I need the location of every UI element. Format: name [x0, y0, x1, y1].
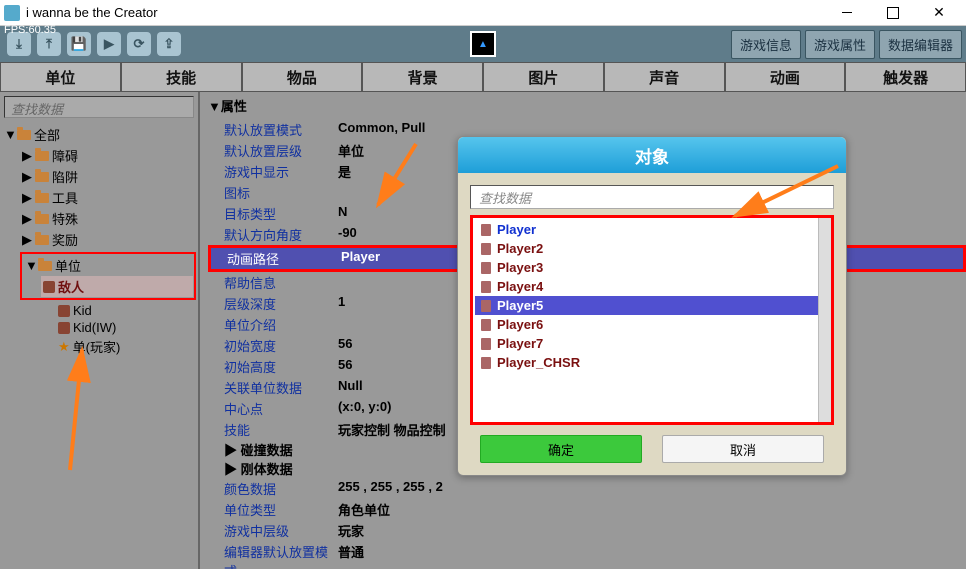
dialog-search-input[interactable]: 查找数据	[470, 185, 834, 209]
tab-skill[interactable]: 技能	[121, 62, 242, 92]
data-editor-button[interactable]: 数据编辑器	[879, 30, 962, 59]
item-icon	[481, 319, 491, 331]
dialog-list: Player Player2 Player3 Player4 Player5 P…	[470, 215, 834, 425]
dialog-title: 对象	[458, 137, 846, 173]
tree-root[interactable]: ▼全部	[2, 124, 196, 145]
item-icon	[481, 300, 491, 312]
list-item[interactable]: Player2	[475, 239, 829, 258]
item-icon	[481, 357, 491, 369]
titlebar: i wanna be the Creator	[0, 0, 966, 26]
tool-play-icon[interactable]: ▶	[97, 32, 121, 56]
item-icon	[58, 322, 70, 334]
list-item[interactable]: Player6	[475, 315, 829, 334]
prop-row[interactable]: 游戏中层级玩家	[208, 520, 966, 541]
tab-item[interactable]: 物品	[242, 62, 363, 92]
tab-sound[interactable]: 声音	[604, 62, 725, 92]
tree: ▼全部 ▶障碍 ▶陷阱 ▶工具 ▶特殊 ▶奖励 ▼单位 敌人 Kid Kid(I…	[0, 122, 198, 359]
item-icon	[58, 305, 70, 317]
tab-image[interactable]: 图片	[483, 62, 604, 92]
tree-folder[interactable]: ▶特殊	[20, 208, 196, 229]
list-item[interactable]: Player7	[475, 334, 829, 353]
tree-folder-unit[interactable]: ▼单位	[23, 255, 193, 276]
minimize-button[interactable]	[824, 0, 870, 26]
tab-anim[interactable]: 动画	[725, 62, 846, 92]
item-icon	[481, 224, 491, 236]
maximize-button[interactable]	[870, 0, 916, 26]
tree-highlight: ▼单位 敌人	[20, 252, 196, 300]
toolbar: FPS:60.35 ⤓ ⤒ 💾 ▶ ⟳ ⇪ 游戏信息 游戏属性 数据编辑器	[0, 26, 966, 62]
list-item[interactable]: Player	[475, 220, 829, 239]
tab-trigger[interactable]: 触发器	[845, 62, 966, 92]
item-icon	[481, 243, 491, 255]
list-item[interactable]: Player_CHSR	[475, 353, 829, 372]
tree-folder[interactable]: ▶障碍	[20, 145, 196, 166]
tree-item-enemy[interactable]: 敌人	[41, 276, 193, 297]
tab-unit[interactable]: 单位	[0, 62, 121, 92]
folder-icon	[17, 130, 31, 140]
tree-folder[interactable]: ▶陷阱	[20, 166, 196, 187]
tool-save-icon[interactable]: 💾	[67, 32, 91, 56]
close-button[interactable]	[916, 0, 962, 26]
folder-icon	[38, 261, 52, 271]
tree-folder[interactable]: ▶工具	[20, 187, 196, 208]
tool-refresh-icon[interactable]: ⟳	[127, 32, 151, 56]
tool-export-icon[interactable]: ⇪	[157, 32, 181, 56]
scrollbar[interactable]	[818, 215, 834, 425]
tree-item[interactable]: Kid(IW)	[56, 319, 196, 336]
object-dialog: 对象 查找数据 Player Player2 Player3 Player4 P…	[457, 136, 847, 476]
list-item-selected[interactable]: Player5	[475, 296, 829, 315]
item-icon	[481, 262, 491, 274]
list-item[interactable]: Player4	[475, 277, 829, 296]
item-icon	[481, 338, 491, 350]
player-preview-icon[interactable]	[470, 31, 496, 57]
folder-icon	[35, 214, 49, 224]
tree-item[interactable]: Kid	[56, 302, 196, 319]
folder-icon	[35, 151, 49, 161]
cancel-button[interactable]: 取消	[662, 435, 824, 463]
left-panel: 查找数据 ▼全部 ▶障碍 ▶陷阱 ▶工具 ▶特殊 ▶奖励 ▼单位 敌人 Kid …	[0, 92, 200, 569]
folder-icon	[35, 235, 49, 245]
prop-row[interactable]: 编辑器默认放置模式普通	[208, 541, 966, 569]
window-title: i wanna be the Creator	[26, 5, 824, 20]
game-info-button[interactable]: 游戏信息	[731, 30, 801, 59]
tree-folder[interactable]: ▶奖励	[20, 229, 196, 250]
item-icon	[43, 281, 55, 293]
tree-item[interactable]: ★单(玩家)	[56, 336, 196, 357]
properties-header: ▼属性	[200, 92, 966, 119]
item-icon	[481, 281, 491, 293]
game-attr-button[interactable]: 游戏属性	[805, 30, 875, 59]
prop-row[interactable]: 单位类型角色单位	[208, 499, 966, 520]
app-icon	[4, 5, 20, 21]
prop-row[interactable]: 颜色数据255 , 255 , 255 , 2	[208, 478, 966, 499]
category-tabs: 单位 技能 物品 背景 图片 声音 动画 触发器	[0, 62, 966, 92]
fps-label: FPS:60.35	[4, 24, 56, 36]
tab-bg[interactable]: 背景	[362, 62, 483, 92]
ok-button[interactable]: 确定	[480, 435, 642, 463]
folder-icon	[35, 193, 49, 203]
list-item[interactable]: Player3	[475, 258, 829, 277]
search-input[interactable]: 查找数据	[4, 96, 194, 118]
folder-icon	[35, 172, 49, 182]
